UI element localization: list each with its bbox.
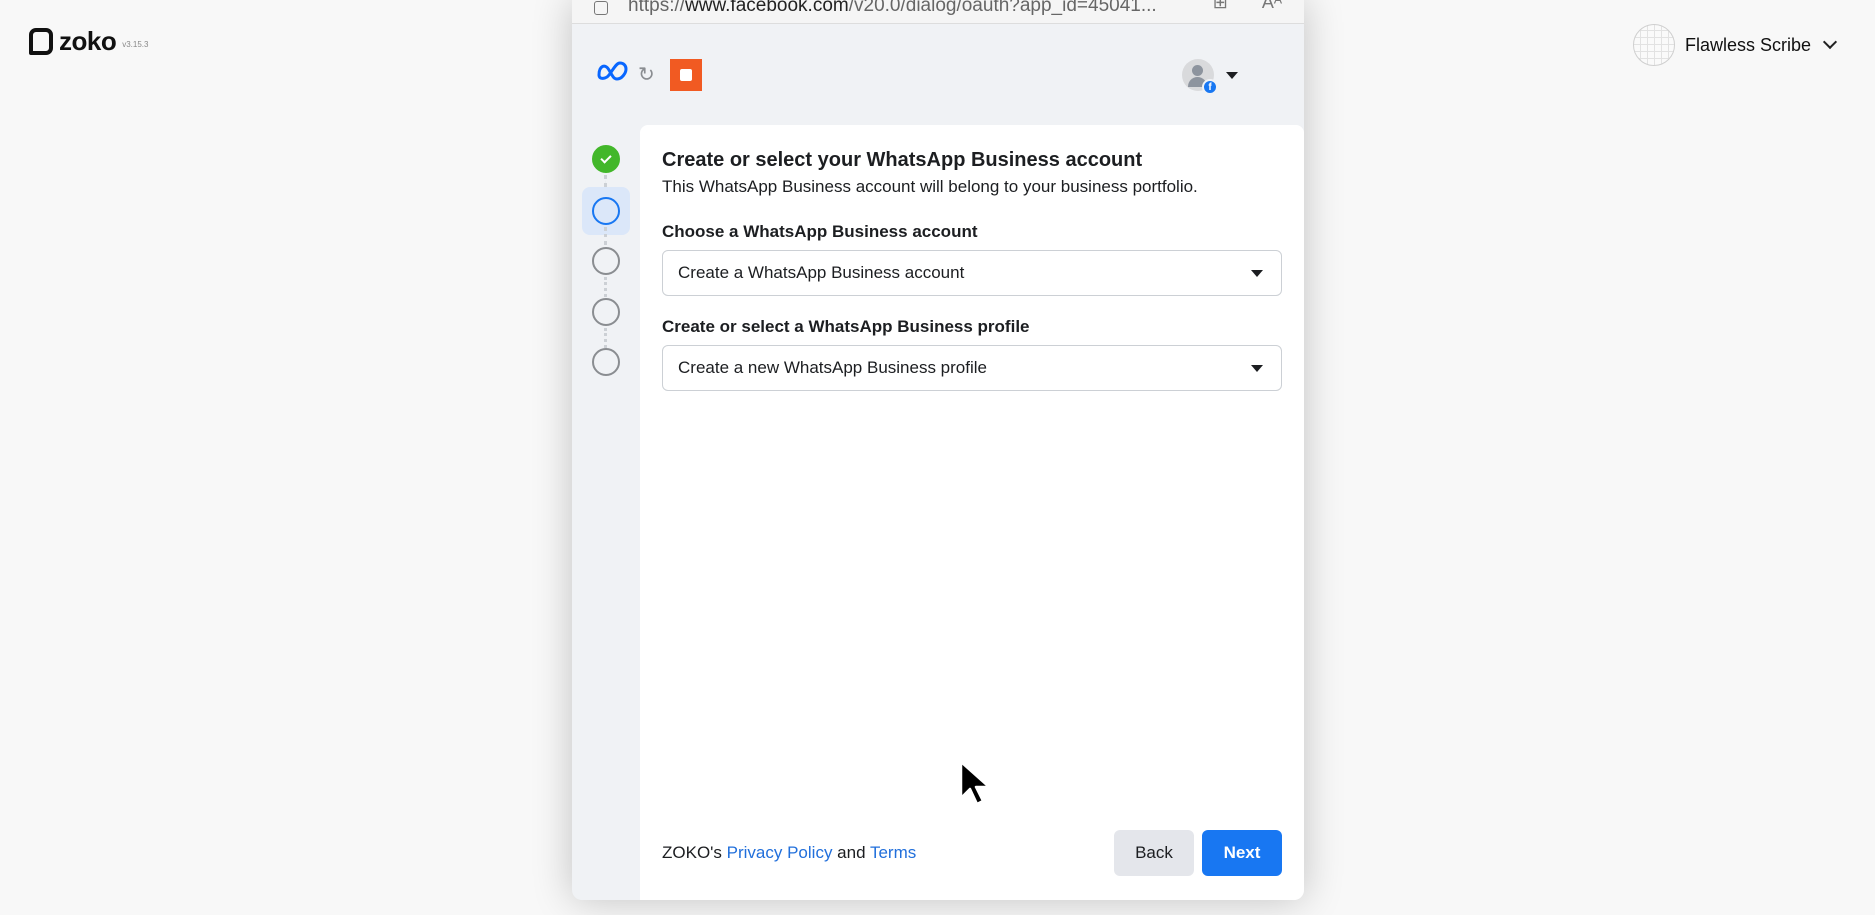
step-connector (604, 277, 607, 297)
page-info-icon[interactable] (594, 0, 608, 15)
mouse-cursor-icon (959, 760, 991, 806)
caret-down-icon (1251, 269, 1263, 277)
account-select-label: Choose a WhatsApp Business account (662, 222, 978, 241)
caret-down-icon (1251, 364, 1263, 372)
user-menu[interactable]: Flawless Scribe (1632, 24, 1838, 66)
step-2-current (592, 197, 620, 225)
grid-icon[interactable]: ⊞ (1213, 0, 1228, 13)
app-version: v3.15.3 (122, 40, 149, 49)
terms-link[interactable]: Terms (870, 843, 916, 862)
address-bar[interactable]: https://www.facebook.com/v20.0/dialog/oa… (572, 0, 1304, 24)
logo-text: zoko (59, 26, 117, 56)
facebook-icon: f (1202, 79, 1218, 95)
user-name: Flawless Scribe (1684, 34, 1811, 55)
page-title: Create or select your WhatsApp Business … (662, 149, 1143, 171)
avatar: f (1182, 59, 1218, 95)
back-button[interactable]: Back (1114, 830, 1194, 876)
legal-footer: ZOKO's Privacy Policy and Terms (662, 843, 917, 862)
whatsapp-account-select[interactable]: Create a WhatsApp Business account (662, 250, 1282, 296)
avatar (1632, 24, 1675, 66)
progress-stepper (572, 125, 640, 900)
oauth-popup-window: https://www.facebook.com/v20.0/dialog/oa… (572, 0, 1304, 900)
step-4 (592, 298, 620, 326)
chat-bubble-icon (29, 28, 53, 55)
meta-logo-icon (597, 61, 628, 81)
step-connector (604, 328, 607, 348)
step-connector (604, 175, 607, 187)
address-bar-tools: ⊞ Aᴬ (1213, 0, 1282, 13)
privacy-policy-link[interactable]: Privacy Policy (727, 843, 833, 862)
next-button[interactable]: Next (1202, 830, 1282, 876)
zoko-app-icon (670, 59, 702, 91)
caret-down-icon (1226, 71, 1238, 79)
chevron-down-icon (1822, 34, 1838, 50)
step-connector (604, 227, 607, 245)
read-aloud-icon[interactable]: Aᴬ (1262, 0, 1282, 13)
profile-select-label: Create or select a WhatsApp Business pro… (662, 317, 1030, 336)
account-select-value: Create a WhatsApp Business account (678, 263, 965, 282)
step-3 (592, 247, 620, 275)
account-switcher[interactable]: f (1182, 59, 1238, 95)
page-subtitle: This WhatsApp Business account will belo… (662, 177, 1198, 196)
url-text: https://www.facebook.com/v20.0/dialog/oa… (628, 0, 1157, 16)
whatsapp-profile-select[interactable]: Create a new WhatsApp Business profile (662, 345, 1282, 391)
profile-select-value: Create a new WhatsApp Business profile (678, 358, 987, 377)
step-1-complete-icon (592, 145, 620, 173)
swap-icon: ↻ (638, 64, 655, 86)
zoko-logo[interactable]: zoko v3.15.3 (29, 26, 148, 57)
step-5 (592, 348, 620, 376)
dialog-header: ↻ f (572, 25, 1304, 125)
